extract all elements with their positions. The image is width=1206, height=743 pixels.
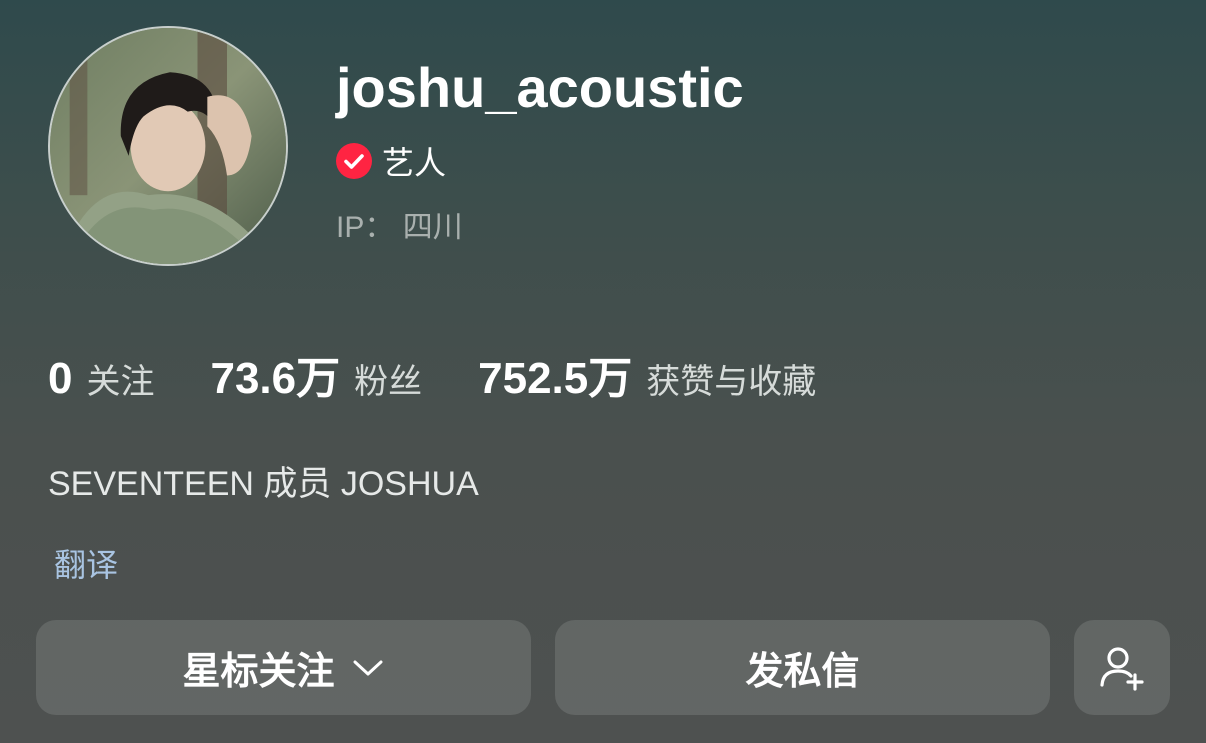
- avatar-photo-icon: [50, 28, 286, 264]
- verified-badge: 艺人: [336, 141, 446, 181]
- ip-label: IP：: [336, 211, 395, 244]
- stat-value: 0: [48, 354, 73, 403]
- star-follow-label: 星标关注: [182, 651, 335, 693]
- translate-link[interactable]: 翻译: [54, 540, 118, 586]
- stat-likes-and-saves[interactable]: 752.5万 获赞与收藏: [478, 342, 816, 406]
- stat-label: 粉丝: [354, 363, 423, 401]
- star-follow-button[interactable]: 星标关注: [36, 620, 531, 715]
- verified-check-icon: [336, 143, 372, 179]
- bio-text: SEVENTEEN 成员 JOSHUA: [48, 465, 479, 503]
- stat-label: 获赞与收藏: [646, 363, 817, 401]
- ip-location-value: 四川: [402, 211, 463, 244]
- add-user-icon: [1100, 646, 1144, 691]
- ip-location: IP： 四川: [336, 202, 463, 246]
- stat-following[interactable]: 0 关注: [48, 354, 154, 404]
- stats-row: 0 关注 73.6万 粉丝 752.5万 获赞与收藏: [48, 342, 872, 406]
- add-friend-button[interactable]: [1074, 620, 1170, 715]
- stat-value: 752.5万: [478, 354, 633, 403]
- stat-value: 73.6万: [210, 354, 341, 403]
- stat-followers[interactable]: 73.6万 粉丝: [210, 342, 422, 406]
- stat-label: 关注: [86, 363, 155, 401]
- verified-label: 艺人: [382, 145, 447, 181]
- send-message-button[interactable]: 发私信: [555, 620, 1050, 715]
- username: joshu_acoustic: [336, 56, 744, 119]
- avatar[interactable]: [48, 26, 288, 266]
- send-message-label: 发私信: [745, 651, 860, 693]
- chevron-down-icon: [353, 660, 382, 675]
